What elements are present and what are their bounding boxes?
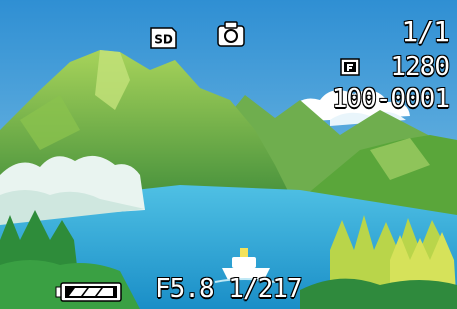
battery-full-icon [55, 282, 122, 302]
file-number: 100-0001 [331, 84, 450, 114]
still-camera-icon [217, 21, 245, 47]
camera-playback-screen: SD 1/1 1280 100-0001 F5.8 1/217 [0, 0, 457, 309]
aperture-value: F5.8 [155, 274, 215, 304]
image-resolution: 1280 [390, 52, 450, 82]
shutter-speed-value: 1/217 [228, 274, 302, 304]
sd-card-icon: SD [150, 27, 177, 49]
exposure-info: F5.8 1/217 [155, 274, 303, 304]
fine-quality-icon [340, 58, 360, 76]
frame-counter: 1/1 [401, 15, 450, 48]
svg-text:SD: SD [154, 33, 173, 47]
